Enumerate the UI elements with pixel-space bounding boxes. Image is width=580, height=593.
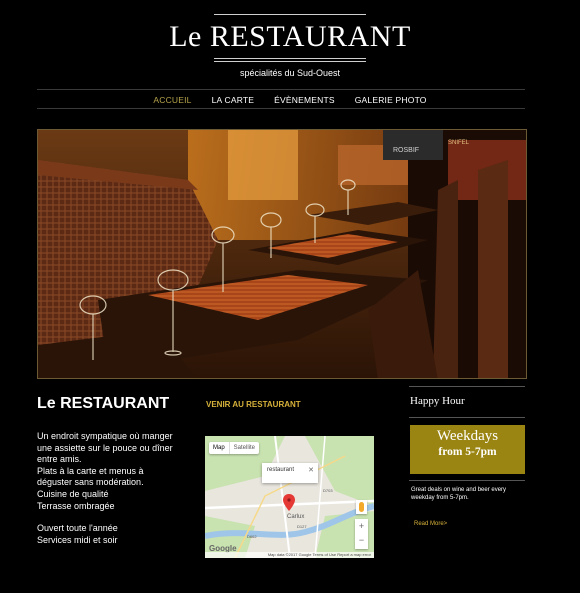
map-type-toggle: Map Satellite bbox=[209, 442, 260, 454]
header-bottom-rule bbox=[214, 58, 366, 59]
main-nav: ACCUEIL LA CARTE ÉVÈNEMENTS GALERIE PHOT… bbox=[0, 95, 580, 105]
about-line: Cuisine de qualité bbox=[37, 488, 109, 499]
hero-sign-text: ROSBIF bbox=[393, 147, 419, 154]
hero-illustration: ROSBIF SNIFEL bbox=[38, 130, 526, 378]
happy-hour-bottom-rule bbox=[409, 480, 525, 481]
nav-bottom-rule bbox=[37, 108, 525, 109]
weekdays-promo-box: Weekdays from 5-7pm bbox=[410, 425, 525, 474]
happy-hour-deals-text: Great deals on wine and beer every weekd… bbox=[411, 487, 507, 501]
opening-line: Ouvert toute l'année bbox=[37, 523, 118, 534]
hero-restaurant-photo: ROSBIF SNIFEL bbox=[37, 129, 527, 379]
zoom-in-button[interactable]: + bbox=[355, 519, 368, 533]
weekdays-label: Weekdays bbox=[436, 428, 499, 444]
map-info-close-icon[interactable]: ✕ bbox=[308, 466, 314, 474]
map-graphic bbox=[205, 436, 374, 558]
site-tagline: spécialités du Sud-Ouest bbox=[239, 68, 341, 78]
about-description: Un endroit sympatique où manger une assi… bbox=[37, 431, 197, 546]
hero-sign-text-2: SNIFEL bbox=[448, 140, 470, 146]
location-map[interactable]: Map Satellite restaurant ✕ Carlux D662 D… bbox=[205, 436, 374, 558]
about-line: entre amis. bbox=[37, 454, 82, 465]
zoom-out-button[interactable]: − bbox=[355, 533, 368, 547]
street-view-pegman-icon[interactable] bbox=[356, 500, 367, 514]
map-road-label: D127 bbox=[297, 524, 307, 529]
map-road-label: D662 bbox=[247, 534, 257, 539]
about-title: Le RESTAURANT bbox=[37, 395, 170, 412]
happy-hour-top-rule bbox=[409, 386, 525, 387]
about-line: déguster sans modération. bbox=[37, 477, 144, 488]
about-line: une assiette sur le pouce ou dîner bbox=[37, 442, 173, 453]
header-top-rule bbox=[214, 14, 366, 15]
site-logo-title[interactable]: Le RESTAURANT bbox=[0, 20, 580, 54]
nav-item-galerie-photo[interactable]: GALERIE PHOTO bbox=[355, 95, 427, 105]
happy-hour-title: Happy Hour bbox=[410, 395, 465, 407]
opening-line: Services midi et soir bbox=[37, 534, 118, 545]
about-line: Terrasse ombragée bbox=[37, 500, 115, 511]
nav-item-accueil[interactable]: ACCUEIL bbox=[153, 95, 191, 105]
map-zoom-control: + − bbox=[355, 519, 368, 549]
map-footer-text[interactable]: Map data ©2017 Google Terms of Use Repor… bbox=[268, 552, 374, 557]
read-more-link[interactable]: Read More> bbox=[414, 521, 447, 527]
nav-top-rule bbox=[37, 89, 525, 90]
about-line: Plats à la carte et menus à bbox=[37, 465, 144, 476]
map-road-label: D703 bbox=[323, 488, 333, 493]
nav-item-la-carte[interactable]: LA CARTE bbox=[212, 95, 255, 105]
map-town-label: Carlux bbox=[287, 514, 305, 520]
map-info-window: restaurant ✕ bbox=[262, 463, 318, 483]
about-line: Un endroit sympatique où manger bbox=[37, 431, 173, 441]
venir-au-restaurant-link[interactable]: VENIR AU RESTAURANT bbox=[206, 400, 301, 409]
map-footer: Map data ©2017 Google Terms of Use Repor… bbox=[205, 552, 374, 558]
weekdays-time: from 5-7pm bbox=[438, 446, 497, 458]
header-bottom-rule-2 bbox=[214, 61, 366, 62]
map-type-satellite-button[interactable]: Satellite bbox=[228, 442, 259, 454]
nav-item-evenements[interactable]: ÉVÈNEMENTS bbox=[274, 95, 335, 105]
map-type-map-button[interactable]: Map bbox=[209, 442, 229, 454]
happy-hour-mid-rule bbox=[409, 417, 525, 418]
map-info-text: restaurant bbox=[267, 467, 295, 473]
